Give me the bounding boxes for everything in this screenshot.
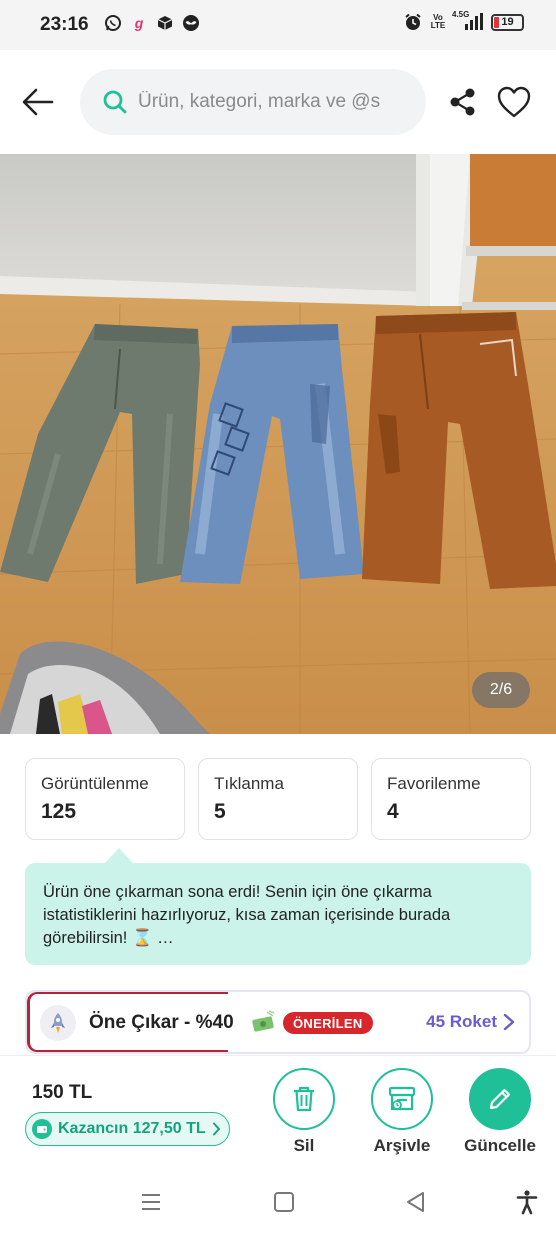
home-square-icon	[274, 1192, 294, 1212]
archive-icon	[388, 1086, 416, 1111]
whatsapp-icon	[104, 14, 122, 32]
notification-icons: g	[104, 14, 200, 32]
product-photo[interactable]: 2/6	[0, 154, 556, 734]
stat-views: Görüntülenme 125	[25, 758, 185, 840]
accessibility-icon	[516, 1190, 538, 1215]
stats-row: Görüntülenme 125 Tıklanma 5 Favorilenme …	[25, 758, 531, 840]
earnings-pill[interactable]: Kazancın 127,50 TL	[25, 1112, 230, 1146]
wallet-icon	[32, 1119, 52, 1139]
triangle-back-icon	[407, 1192, 424, 1212]
battery-icon: 19	[491, 13, 524, 31]
info-bubble-tail	[104, 848, 134, 864]
home-button[interactable]	[271, 1189, 297, 1215]
stat-value: 4	[387, 800, 399, 823]
trash-icon	[294, 1086, 314, 1112]
action-circle	[469, 1068, 531, 1130]
promote-bar[interactable]: Öne Çıkar - %40 ÖNERİLEN 45 Roket	[25, 990, 531, 1054]
network-type: 4.5G	[452, 10, 470, 19]
app-g-icon: g	[134, 15, 144, 31]
stat-label: Görüntülenme	[41, 774, 149, 793]
jeans-photo-image	[0, 154, 556, 734]
status-bar: 23:16 g Vo LTE 4.5G 19	[0, 0, 556, 50]
system-icons: Vo LTE 4.5G 19	[404, 10, 524, 31]
promote-title: Öne Çıkar - %40	[89, 1012, 234, 1033]
status-time: 23:16	[40, 14, 89, 35]
stat-label: Tıklanma	[214, 774, 284, 793]
stat-label: Favorilenme	[387, 774, 481, 793]
box-icon	[156, 14, 174, 32]
stat-value: 5	[214, 800, 226, 823]
header	[0, 50, 556, 154]
favorite-button[interactable]	[496, 85, 532, 119]
price: 150 TL	[32, 1082, 93, 1103]
share-button[interactable]	[448, 87, 478, 117]
stat-clicks: Tıklanma 5	[198, 758, 358, 840]
signal-icon: 4.5G	[452, 10, 484, 31]
stat-value: 125	[41, 800, 77, 823]
battery-level: 19	[501, 16, 514, 28]
stat-favorites: Favorilenme 4	[371, 758, 531, 840]
alarm-icon	[404, 13, 422, 31]
pencil-icon	[489, 1088, 511, 1110]
action-circle	[371, 1068, 433, 1130]
heart-icon	[497, 86, 531, 118]
roket-link[interactable]: 45 Roket	[426, 1012, 515, 1032]
search-input[interactable]	[138, 91, 403, 113]
chevron-right-icon	[503, 1013, 515, 1031]
search-icon	[103, 90, 127, 114]
money-icon	[251, 1010, 277, 1034]
search-bar[interactable]	[80, 69, 426, 135]
recommended-badge: ÖNERİLEN	[283, 1012, 373, 1034]
share-icon	[450, 88, 475, 116]
chevron-right-icon	[212, 1122, 220, 1136]
back-button[interactable]	[20, 84, 56, 120]
action-label: Güncelle	[464, 1136, 536, 1155]
delete-button[interactable]: Sil	[264, 1068, 344, 1156]
rocket-icon	[40, 1005, 76, 1041]
system-nav-bar	[0, 1167, 556, 1235]
back-arrow-icon	[22, 88, 54, 116]
menu-icon	[142, 1194, 160, 1210]
mask-icon	[182, 14, 200, 32]
earnings-label: Kazancın 127,50 TL	[58, 1120, 206, 1137]
action-circle	[273, 1068, 335, 1130]
roket-label: 45 Roket	[426, 1012, 497, 1031]
info-bubble: Ürün öne çıkarman sona erdi! Senin için …	[25, 863, 531, 965]
recents-button[interactable]	[138, 1189, 164, 1215]
action-label: Arşivle	[373, 1136, 431, 1155]
update-button[interactable]: Güncelle	[460, 1068, 540, 1156]
back-nav-button[interactable]	[403, 1189, 429, 1215]
photo-counter: 2/6	[472, 672, 530, 708]
bottom-action-bar: 150 TL Kazancın 127,50 TL Sil Arşivle Gü…	[0, 1055, 556, 1167]
accessibility-button[interactable]	[514, 1189, 540, 1215]
archive-button[interactable]: Arşivle	[362, 1068, 442, 1156]
volte-icon: Vo LTE	[430, 13, 446, 30]
action-label: Sil	[293, 1136, 315, 1155]
